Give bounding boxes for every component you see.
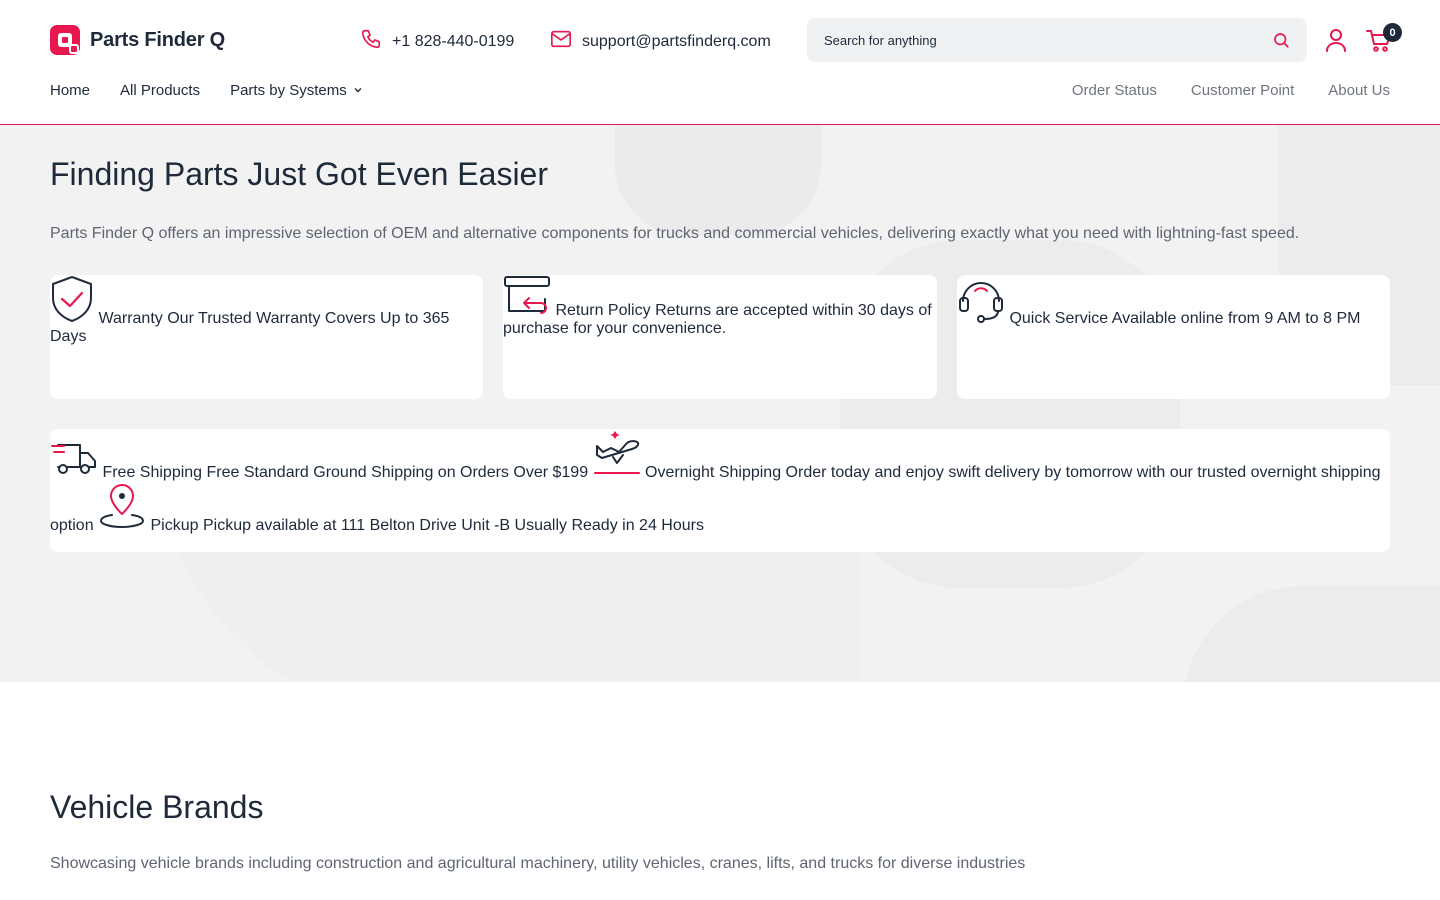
feature-title: Pickup bbox=[150, 517, 199, 534]
logo[interactable]: Parts Finder Q bbox=[50, 25, 225, 55]
bg-shape bbox=[1183, 586, 1440, 682]
site-header: Parts Finder Q +1 828-440-0199 support@p… bbox=[0, 0, 1440, 125]
search-input[interactable] bbox=[824, 32, 1271, 48]
shield-check-icon bbox=[50, 276, 98, 327]
phone-link[interactable]: +1 828-440-0199 bbox=[360, 28, 514, 55]
truck-icon bbox=[50, 444, 102, 481]
user-icon[interactable] bbox=[1324, 27, 1348, 53]
feature-title: Return Policy bbox=[555, 302, 651, 319]
feature-card-return-policy: Return Policy Returns are accepted withi… bbox=[503, 275, 937, 399]
feature-desc: Pickup available at 111 Belton Drive Uni… bbox=[202, 517, 704, 534]
shipping-card: Free Shipping Free Standard Ground Shipp… bbox=[50, 429, 1390, 552]
secondary-nav: Order Status Customer Point About Us bbox=[1072, 82, 1390, 99]
phone-number: +1 828-440-0199 bbox=[392, 32, 515, 50]
feature-desc: Available online from 9 AM to 8 PM bbox=[1111, 310, 1361, 327]
return-box-icon bbox=[503, 276, 555, 319]
feature-title: Quick Service bbox=[1009, 310, 1109, 327]
chevron-down-icon bbox=[353, 82, 363, 99]
feature-title: Warranty bbox=[98, 310, 163, 327]
hero-title: Finding Parts Just Got Even Easier bbox=[50, 156, 548, 192]
feature-title: Free Shipping bbox=[102, 464, 203, 481]
nav-home[interactable]: Home bbox=[50, 82, 90, 99]
map-pin-icon bbox=[98, 484, 150, 534]
logo-icon bbox=[50, 25, 80, 55]
search-icon[interactable] bbox=[1271, 30, 1291, 50]
nav-parts-by-systems[interactable]: Parts by Systems bbox=[230, 82, 363, 99]
feature-card-quick-service: Quick Service Available online from 9 AM… bbox=[957, 275, 1390, 399]
feature-desc: Free Standard Ground Shipping on Orders … bbox=[206, 464, 589, 481]
nav-about-us[interactable]: About Us bbox=[1328, 82, 1390, 99]
mail-icon bbox=[550, 28, 572, 55]
logo-text: Parts Finder Q bbox=[90, 28, 226, 51]
plane-icon bbox=[593, 431, 645, 481]
search-bar bbox=[807, 18, 1307, 62]
email-address: support@partsfinderq.com bbox=[582, 32, 771, 50]
cart-count-badge: 0 bbox=[1383, 23, 1402, 42]
vehicle-brands-title: Vehicle Brands bbox=[50, 789, 264, 825]
email-link[interactable]: support@partsfinderq.com bbox=[550, 28, 771, 55]
feature-title: Overnight Shipping bbox=[645, 464, 782, 481]
main-nav: Home All Products Parts by Systems bbox=[50, 82, 363, 99]
feature-card-warranty: Warranty Our Trusted Warranty Covers Up … bbox=[50, 275, 483, 399]
phone-icon bbox=[360, 28, 382, 55]
headset-icon bbox=[957, 282, 1009, 327]
nav-parts-by-systems-label: Parts by Systems bbox=[230, 82, 347, 99]
nav-order-status[interactable]: Order Status bbox=[1072, 82, 1157, 99]
hero-lead: Parts Finder Q offers an impressive sele… bbox=[50, 225, 1300, 242]
vehicle-brands-desc: Showcasing vehicle brands including cons… bbox=[50, 855, 1026, 872]
nav-all-products[interactable]: All Products bbox=[120, 82, 200, 99]
hero-section: Finding Parts Just Got Even Easier Parts… bbox=[0, 125, 1440, 682]
bg-shape bbox=[615, 125, 821, 235]
nav-customer-point[interactable]: Customer Point bbox=[1191, 82, 1294, 99]
